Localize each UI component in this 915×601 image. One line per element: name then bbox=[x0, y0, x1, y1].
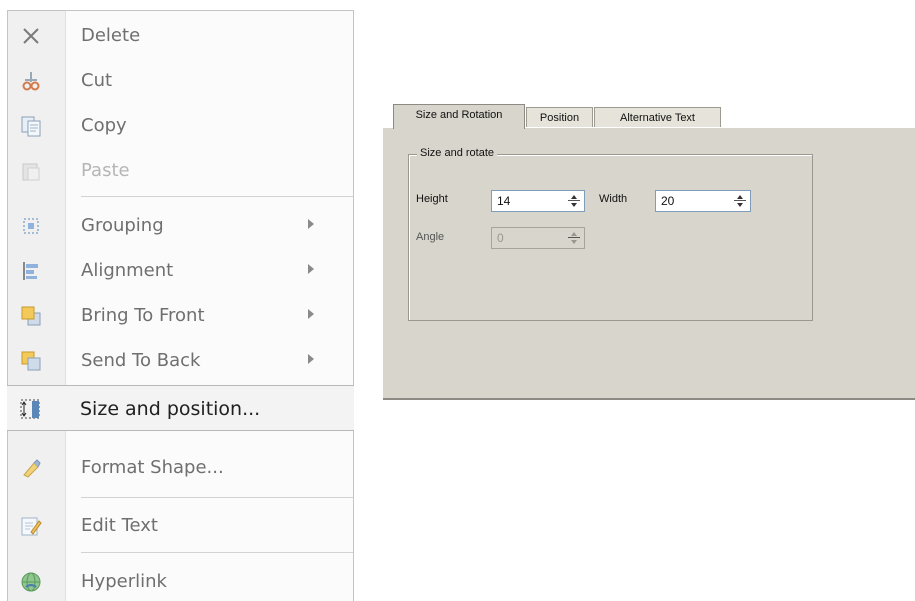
bring-to-front-icon bbox=[20, 305, 42, 327]
menu-item-label: Paste bbox=[81, 160, 130, 181]
menu-item-size-and-position[interactable]: Size and position... bbox=[7, 385, 354, 431]
spin-down-icon[interactable] bbox=[566, 201, 582, 209]
format-shape-icon bbox=[20, 457, 42, 479]
menu-item-copy[interactable]: Copy bbox=[8, 105, 353, 145]
menu-separator bbox=[81, 196, 353, 197]
copy-icon bbox=[20, 115, 42, 137]
paste-icon bbox=[20, 160, 42, 182]
hyperlink-icon bbox=[20, 571, 42, 593]
menu-item-send-to-back[interactable]: Send To Back bbox=[8, 340, 353, 380]
menu-item-label: Format Shape... bbox=[81, 457, 224, 478]
spinner-buttons[interactable] bbox=[732, 193, 748, 209]
menu-item-label: Bring To Front bbox=[81, 305, 205, 326]
menu-separator bbox=[81, 497, 353, 498]
tab-position[interactable]: Position bbox=[526, 107, 593, 127]
group-title: Size and rotate bbox=[417, 147, 497, 159]
submenu-arrow-icon bbox=[308, 354, 314, 364]
tab-size-and-rotation[interactable]: Size and Rotation bbox=[393, 104, 525, 129]
submenu-arrow-icon bbox=[308, 219, 314, 229]
menu-item-paste[interactable]: Paste bbox=[8, 150, 353, 190]
angle-spinner: 0 bbox=[491, 227, 585, 249]
menu-item-label: Copy bbox=[81, 115, 127, 136]
width-label: Width bbox=[599, 193, 628, 205]
menu-item-label: Edit Text bbox=[81, 515, 158, 536]
edit-text-icon bbox=[20, 515, 42, 537]
menu-item-grouping[interactable]: Grouping bbox=[8, 205, 353, 245]
size-position-icon bbox=[19, 398, 41, 420]
delete-icon bbox=[20, 25, 42, 47]
angle-label: Angle bbox=[416, 231, 445, 243]
menu-item-delete[interactable]: Delete bbox=[8, 15, 353, 55]
submenu-arrow-icon bbox=[308, 264, 314, 274]
menu-item-label: Hyperlink bbox=[81, 571, 167, 592]
menu-item-edit-text[interactable]: Edit Text bbox=[8, 505, 353, 545]
spinner-buttons bbox=[566, 230, 582, 246]
menu-item-label: Delete bbox=[81, 25, 141, 46]
height-spinner[interactable]: 14 bbox=[491, 190, 585, 212]
menu-item-label: Grouping bbox=[81, 215, 164, 236]
grouping-icon bbox=[20, 215, 42, 237]
context-menu: Delete Cut Copy Paste Grouping Alignment… bbox=[7, 10, 354, 601]
tab-alternative-text[interactable]: Alternative Text bbox=[594, 107, 721, 127]
menu-item-alignment[interactable]: Alignment bbox=[8, 250, 353, 290]
menu-item-label: Cut bbox=[81, 70, 113, 91]
menu-item-label: Send To Back bbox=[81, 350, 201, 371]
menu-separator bbox=[81, 552, 353, 553]
alignment-icon bbox=[20, 260, 42, 282]
width-spinner[interactable]: 20 bbox=[655, 190, 751, 212]
width-value: 20 bbox=[661, 194, 675, 208]
height-label: Height bbox=[416, 193, 448, 205]
menu-item-label: Alignment bbox=[81, 260, 174, 281]
height-value: 14 bbox=[497, 194, 511, 208]
size-and-position-dialog: Size and Rotation Position Alternative T… bbox=[383, 104, 915, 400]
menu-item-bring-to-front[interactable]: Bring To Front bbox=[8, 295, 353, 335]
spin-down-icon bbox=[566, 238, 582, 246]
menu-item-cut[interactable]: Cut bbox=[8, 60, 353, 100]
submenu-arrow-icon bbox=[308, 309, 314, 319]
spin-down-icon[interactable] bbox=[732, 201, 748, 209]
menu-item-hyperlink[interactable]: Hyperlink bbox=[8, 561, 353, 601]
size-and-rotate-group: Size and rotate Height 14 Width 20 Angle… bbox=[408, 147, 813, 321]
spinner-buttons[interactable] bbox=[566, 193, 582, 209]
angle-value: 0 bbox=[497, 231, 504, 245]
cut-icon bbox=[20, 70, 42, 92]
menu-item-format-shape[interactable]: Format Shape... bbox=[8, 447, 353, 487]
menu-item-label: Size and position... bbox=[80, 398, 261, 420]
send-to-back-icon bbox=[20, 350, 42, 372]
